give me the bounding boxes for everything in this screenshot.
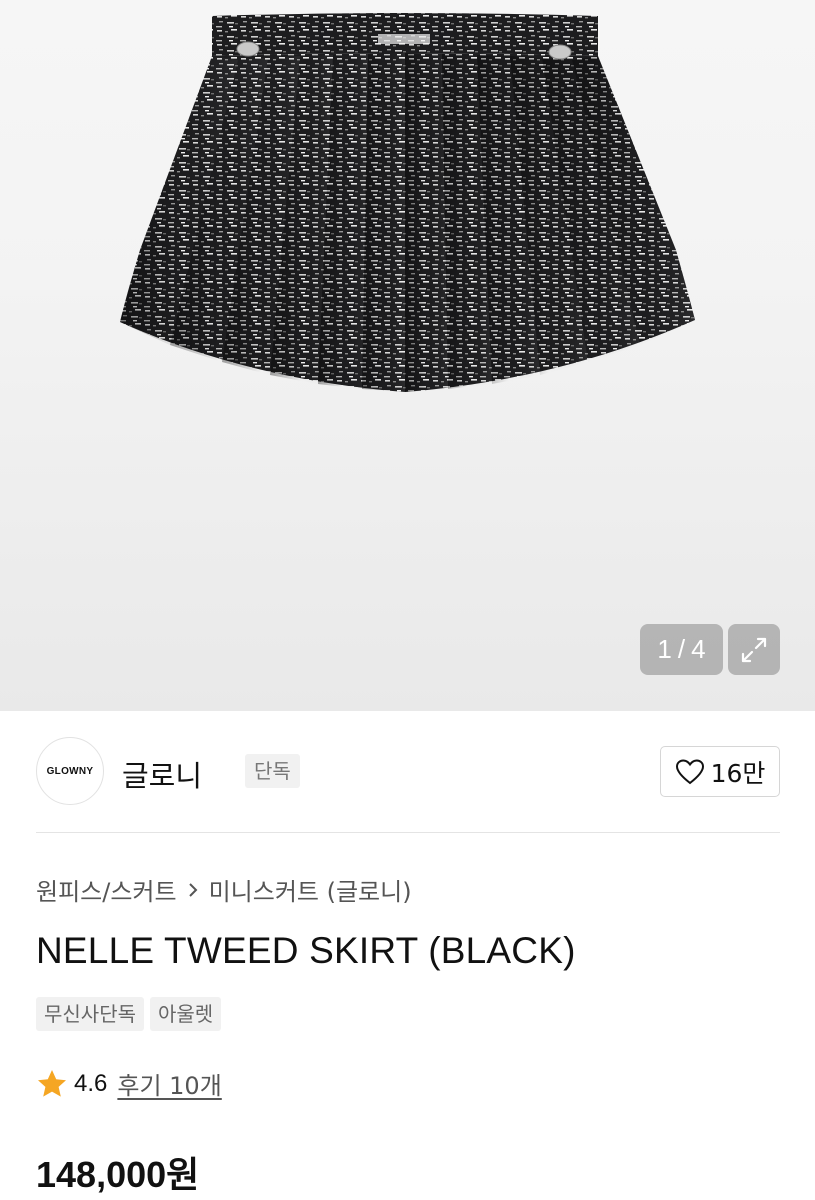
breadcrumb-category[interactable]: 원피스/스커트 [36,872,177,907]
star-icon [38,1069,66,1097]
brand-name-link[interactable]: 글로니 [122,753,202,795]
rating-row: 4.6 후기 10개 [36,1066,222,1101]
product-image-gallery[interactable]: 1 / 4 [0,0,815,711]
expand-image-button[interactable] [728,624,780,675]
chevron-right-icon [187,881,199,899]
brand-logo[interactable]: GLOWNY [36,737,104,805]
breadcrumb-subcategory[interactable]: 미니스커트 (글로니) [209,872,412,907]
heart-outline-icon [675,758,704,784]
product-price: 148,000원 [36,1154,200,1195]
expand-arrows-icon [741,637,767,662]
product-image[interactable] [0,0,815,711]
like-count: 16만 [710,758,766,788]
reviews-link[interactable]: 후기 10개 [117,1066,221,1101]
tag-outlet: 아울렛 [150,997,222,1031]
tag-musinsa-exclusive: 무신사단독 [36,997,144,1031]
product-tags: 무신사단독 아울렛 [36,997,222,1031]
section-divider [36,832,780,833]
like-button[interactable]: 16만 [660,746,780,797]
product-title: NELLE TWEED SKIRT (BLACK) [36,930,576,971]
rating-value: 4.6 [74,1069,108,1097]
exclusive-badge: 단독 [245,754,300,788]
total-pages: 4 [691,634,706,664]
current-page: 1 [657,634,672,664]
image-page-counter: 1 / 4 [640,624,723,675]
brand-row: GLOWNY 글로니 단독 16만 [36,737,780,807]
page-separator: / [677,634,686,664]
brand-logo-text: GLOWNY [46,765,94,777]
breadcrumb: 원피스/스커트 미니스커트 (글로니) [36,872,412,907]
